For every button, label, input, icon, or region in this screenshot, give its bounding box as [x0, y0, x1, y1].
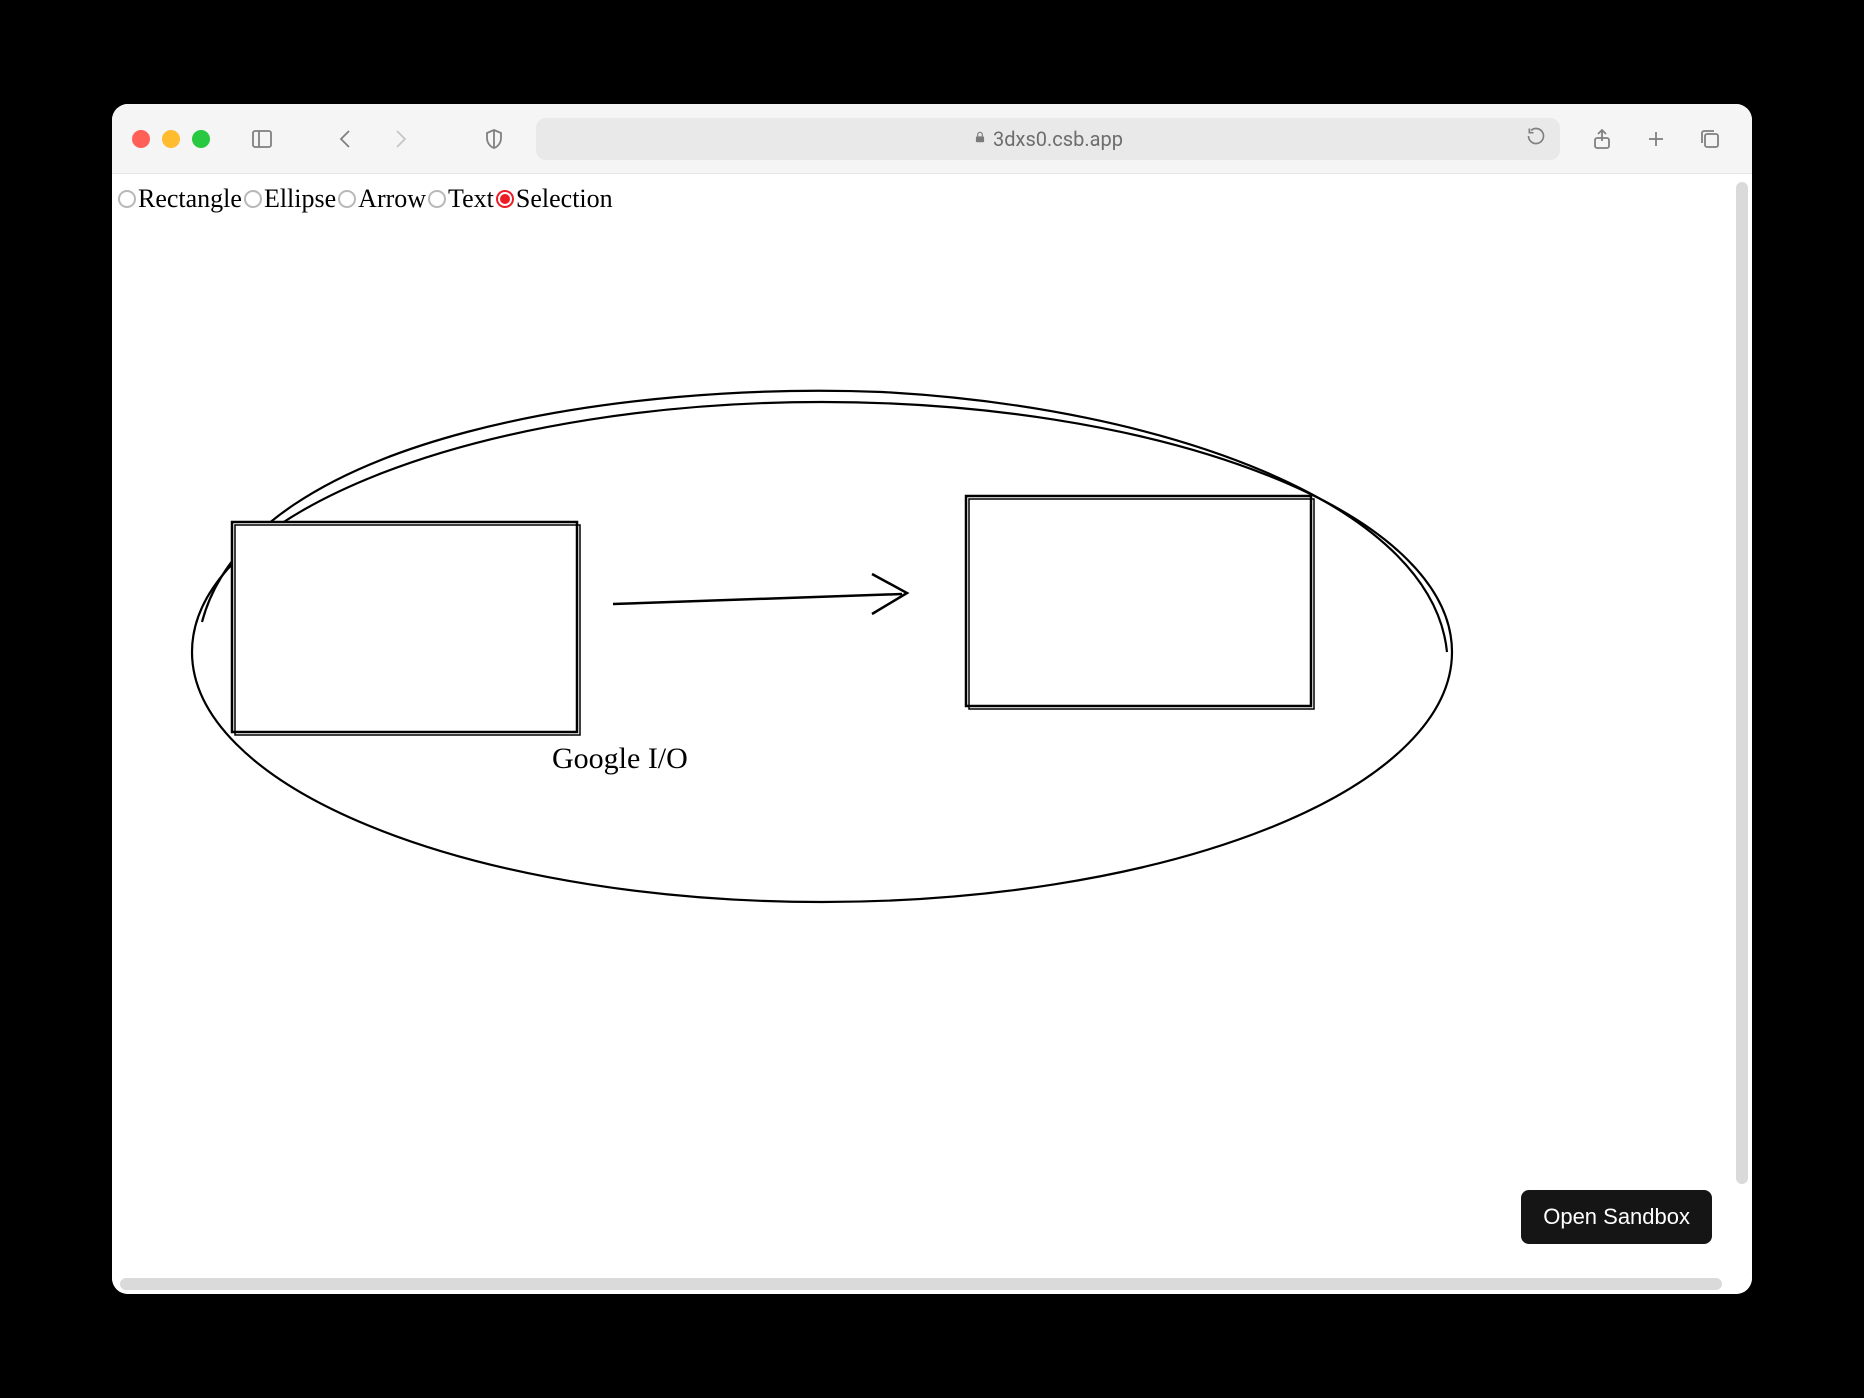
shape-text[interactable]: Google I/O	[552, 742, 688, 776]
browser-window: 3dxs0.csb.app Rectangle Ellipse	[112, 104, 1752, 1294]
tool-ellipse[interactable]: Ellipse	[244, 184, 336, 214]
window-controls	[132, 130, 210, 148]
lock-icon	[973, 129, 987, 149]
tool-label: Ellipse	[264, 184, 336, 214]
open-sandbox-button[interactable]: Open Sandbox	[1521, 1190, 1712, 1244]
address-text: 3dxs0.csb.app	[993, 127, 1123, 151]
shape-rectangle-left[interactable]	[232, 522, 580, 735]
close-window-button[interactable]	[132, 130, 150, 148]
horizontal-scrollbar[interactable]	[120, 1278, 1722, 1290]
page-content: Rectangle Ellipse Arrow Text Selection	[112, 174, 1752, 1294]
back-icon[interactable]	[332, 125, 360, 153]
tool-arrow[interactable]: Arrow	[338, 184, 426, 214]
tool-label: Arrow	[358, 184, 426, 214]
radio-icon	[496, 190, 514, 208]
address-bar[interactable]: 3dxs0.csb.app	[536, 118, 1560, 160]
tool-text[interactable]: Text	[428, 184, 494, 214]
tabs-icon[interactable]	[1696, 125, 1724, 153]
radio-icon	[118, 190, 136, 208]
tool-label: Selection	[516, 184, 613, 214]
share-icon[interactable]	[1588, 125, 1616, 153]
titlebar: 3dxs0.csb.app	[112, 104, 1752, 174]
tool-palette: Rectangle Ellipse Arrow Text Selection	[112, 174, 1752, 224]
drawing-canvas[interactable]: Google I/O	[112, 220, 1752, 1294]
radio-icon	[338, 190, 356, 208]
new-tab-icon[interactable]	[1642, 125, 1670, 153]
minimize-window-button[interactable]	[162, 130, 180, 148]
vertical-scrollbar[interactable]	[1736, 182, 1748, 1184]
reload-icon[interactable]	[1526, 126, 1546, 151]
shape-arrow[interactable]	[613, 574, 907, 614]
tool-label: Text	[448, 184, 494, 214]
tool-rectangle[interactable]: Rectangle	[118, 184, 242, 214]
tool-label: Rectangle	[138, 184, 242, 214]
forward-icon[interactable]	[386, 125, 414, 153]
tool-selection[interactable]: Selection	[496, 184, 613, 214]
radio-icon	[244, 190, 262, 208]
sidebar-toggle-icon[interactable]	[248, 125, 276, 153]
maximize-window-button[interactable]	[192, 130, 210, 148]
shield-icon[interactable]	[480, 125, 508, 153]
shape-rectangle-right[interactable]	[966, 496, 1314, 709]
radio-icon	[428, 190, 446, 208]
canvas-svg	[112, 220, 1752, 1294]
